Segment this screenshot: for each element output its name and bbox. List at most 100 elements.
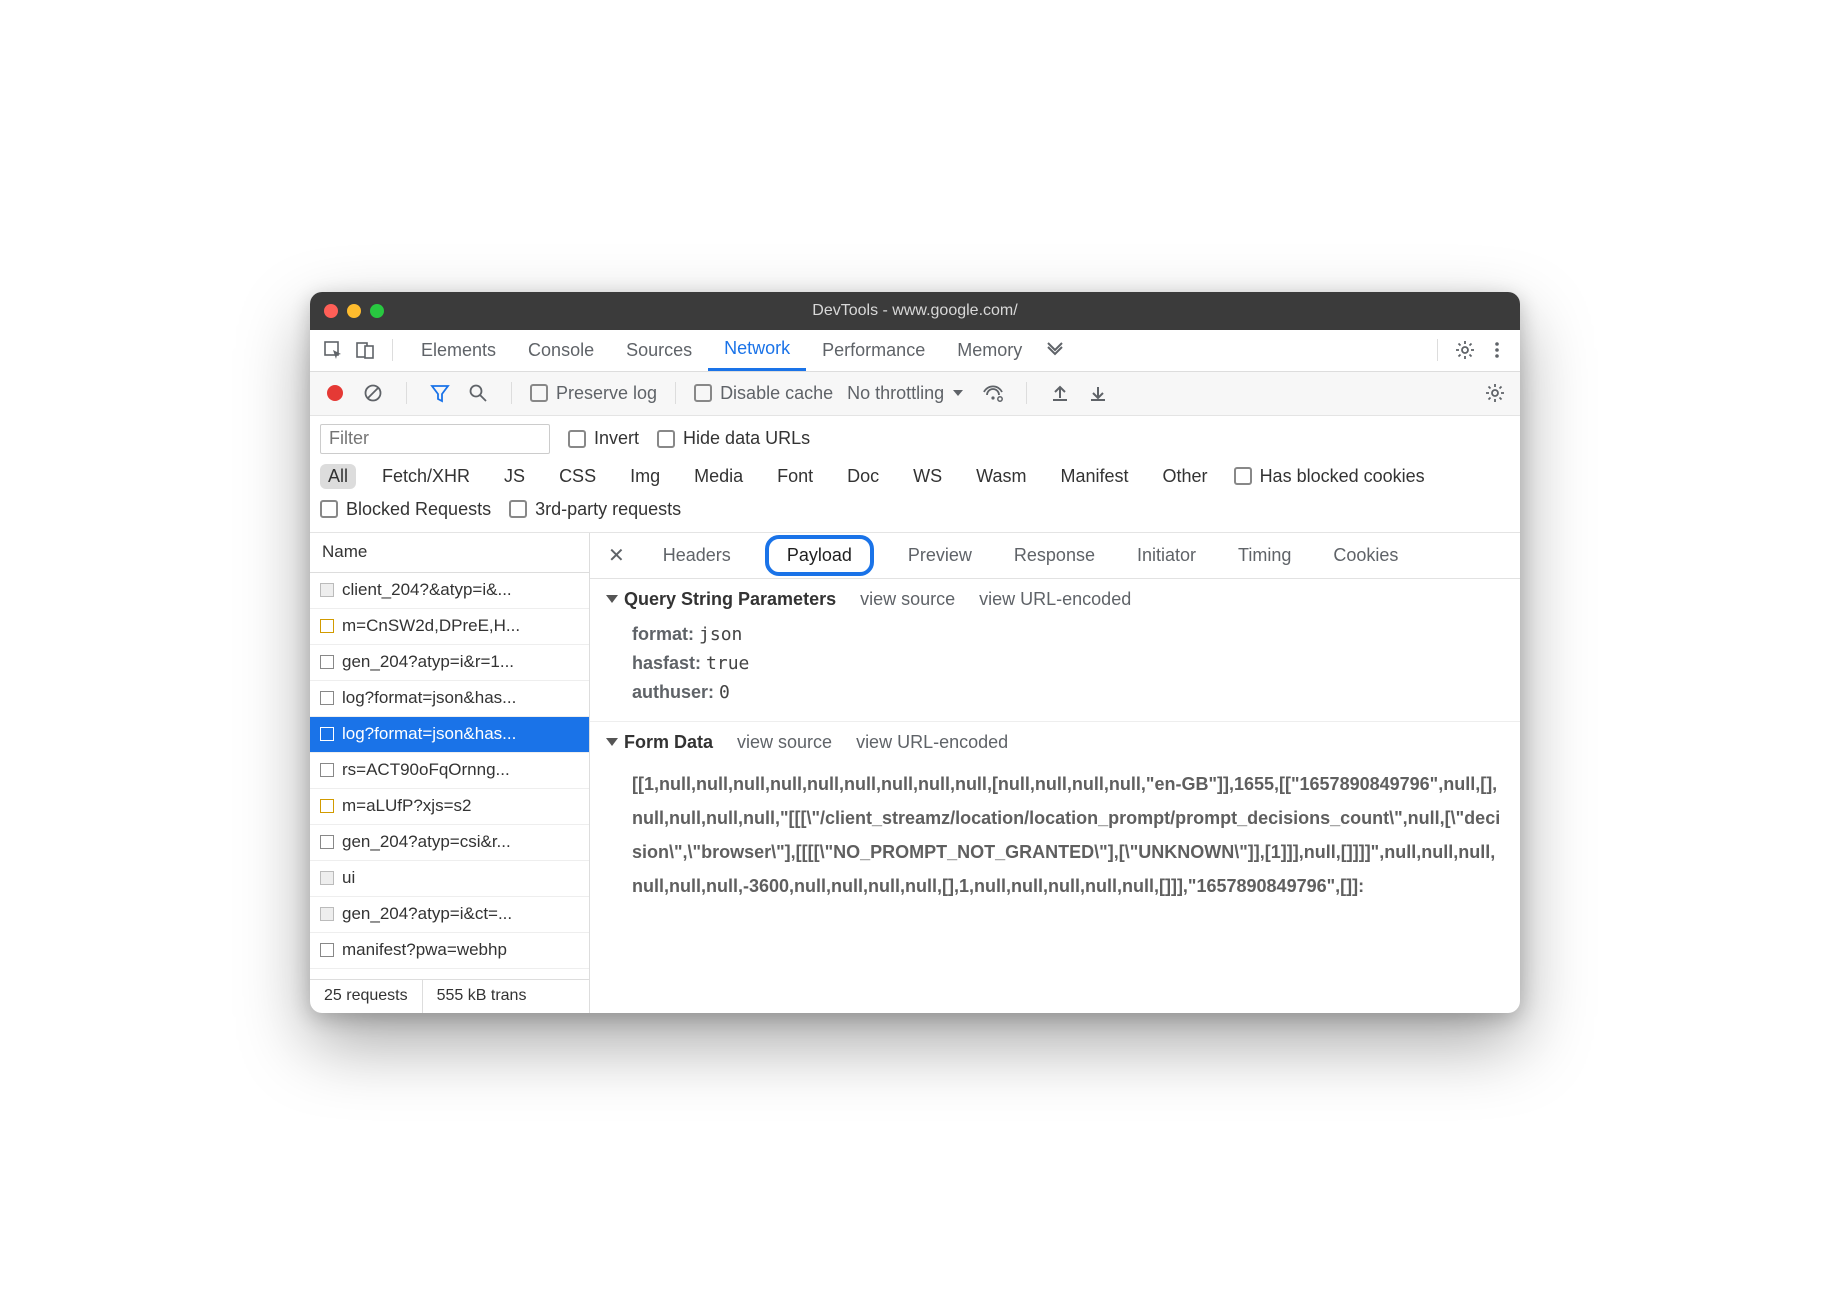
request-name: m=aLUfP?xjs=s2 [342,796,471,816]
close-details-icon[interactable]: ✕ [604,543,629,568]
filter-type-font[interactable]: Font [769,464,821,489]
inspect-element-icon[interactable] [318,335,348,365]
chevron-down-icon [952,387,964,399]
file-icon [320,583,334,597]
request-name: log?format=json&has... [342,688,516,708]
request-list-panel: Name client_204?&atyp=i&... m=CnSW2d,DPre… [310,533,590,1013]
filter-type-img[interactable]: Img [622,464,668,489]
details-tab-payload[interactable]: Payload [765,535,874,576]
details-tab-initiator[interactable]: Initiator [1129,541,1204,570]
tab-network[interactable]: Network [708,329,806,371]
request-name: gen_204?atyp=i&r=1... [342,652,514,672]
tab-console[interactable]: Console [512,329,610,371]
hide-data-urls-checkbox[interactable]: Hide data URLs [657,428,810,449]
has-blocked-cookies-checkbox[interactable]: Has blocked cookies [1234,466,1425,487]
request-name: log?format=json&has... [342,724,516,744]
details-tab-headers[interactable]: Headers [655,541,739,570]
upload-har-icon[interactable] [1045,378,1075,408]
request-row[interactable]: gen_204?atyp=i&ct=... [310,897,589,933]
filter-input[interactable] [320,424,550,454]
invert-checkbox[interactable]: Invert [568,428,639,449]
network-toolbar: Preserve log Disable cache No throttling [310,372,1520,416]
filter-type-wasm[interactable]: Wasm [968,464,1034,489]
form-data-title: Form Data [624,732,713,753]
filter-type-media[interactable]: Media [686,464,751,489]
query-string-toggle[interactable]: Query String Parameters [606,589,836,610]
throttling-select[interactable]: No throttling [841,383,970,404]
query-param: hasfast: true [606,649,1504,678]
request-row[interactable]: client_204?&atyp=i&... [310,573,589,609]
request-name: gen_204?atyp=i&ct=... [342,904,512,924]
device-toolbar-icon[interactable] [350,335,380,365]
file-icon [320,871,334,885]
tab-memory[interactable]: Memory [941,329,1038,371]
file-icon [320,655,334,669]
preserve-log-checkbox[interactable]: Preserve log [530,383,657,404]
close-window-button[interactable] [324,304,338,318]
request-row[interactable]: log?format=json&has... [310,717,589,753]
request-details-panel: ✕ Headers Payload Preview Response Initiator… [590,533,1520,1013]
network-settings-gear-icon[interactable] [1480,378,1510,408]
request-list-header[interactable]: Name [310,533,589,573]
details-tab-response[interactable]: Response [1006,541,1103,570]
request-row[interactable]: gen_204?atyp=i&r=1... [310,645,589,681]
details-tab-timing[interactable]: Timing [1230,541,1299,570]
record-button[interactable] [320,378,350,408]
invert-label: Invert [594,428,639,449]
request-name: client_204?&atyp=i&... [342,580,512,600]
form-view-encoded-link[interactable]: view URL-encoded [856,732,1008,753]
disable-cache-checkbox[interactable]: Disable cache [694,383,833,404]
details-tab-preview[interactable]: Preview [900,541,980,570]
file-icon [320,727,334,741]
filter-icon[interactable] [425,378,455,408]
devtools-window: DevTools - www.google.com/ ElementsConso… [310,292,1520,1013]
search-icon[interactable] [463,378,493,408]
disable-cache-label: Disable cache [720,383,833,404]
tab-elements[interactable]: Elements [405,329,512,371]
zoom-window-button[interactable] [370,304,384,318]
query-string-title: Query String Parameters [624,589,836,610]
request-row[interactable]: m=aLUfP?xjs=s2 [310,789,589,825]
filter-type-js[interactable]: JS [496,464,533,489]
third-party-label: 3rd-party requests [535,499,681,520]
query-view-encoded-link[interactable]: view URL-encoded [979,589,1131,610]
details-tabs: ✕ Headers Payload Preview Response Initiator… [590,533,1520,579]
kebab-menu-icon[interactable] [1482,335,1512,365]
filter-type-doc[interactable]: Doc [839,464,887,489]
network-conditions-icon[interactable] [978,378,1008,408]
request-row[interactable]: rs=ACT90oFqOrnng... [310,753,589,789]
filter-type-manifest[interactable]: Manifest [1053,464,1137,489]
third-party-checkbox[interactable]: 3rd-party requests [509,499,681,520]
request-row[interactable]: ui [310,861,589,897]
clear-icon[interactable] [358,378,388,408]
blocked-requests-checkbox[interactable]: Blocked Requests [320,499,491,520]
filter-type-other[interactable]: Other [1155,464,1216,489]
more-tabs-chevron-icon[interactable] [1040,335,1070,365]
form-data-toggle[interactable]: Form Data [606,732,713,753]
window-title: DevTools - www.google.com/ [310,302,1520,320]
settings-gear-icon[interactable] [1450,335,1480,365]
tab-sources[interactable]: Sources [610,329,708,371]
filter-type-all[interactable]: All [320,464,356,489]
throttling-value: No throttling [847,383,944,404]
query-param: authuser: 0 [606,678,1504,707]
request-row[interactable]: m=CnSW2d,DPreE,H... [310,609,589,645]
filter-type-ws[interactable]: WS [905,464,950,489]
tab-performance[interactable]: Performance [806,329,941,371]
preserve-log-label: Preserve log [556,383,657,404]
query-view-source-link[interactable]: view source [860,589,955,610]
form-view-source-link[interactable]: view source [737,732,832,753]
filter-type-fetch-xhr[interactable]: Fetch/XHR [374,464,478,489]
file-icon [320,943,334,957]
request-row[interactable]: gen_204?atyp=csi&r... [310,825,589,861]
details-tab-cookies[interactable]: Cookies [1325,541,1406,570]
request-row[interactable]: manifest?pwa=webhp [310,933,589,969]
file-icon [320,763,334,777]
filter-type-css[interactable]: CSS [551,464,604,489]
main-tabs: ElementsConsoleSourcesNetworkPerformance… [310,330,1520,372]
download-har-icon[interactable] [1083,378,1113,408]
minimize-window-button[interactable] [347,304,361,318]
status-transfer: 555 kB trans [423,980,541,1013]
request-name: ui [342,868,355,888]
request-row[interactable]: log?format=json&has... [310,681,589,717]
